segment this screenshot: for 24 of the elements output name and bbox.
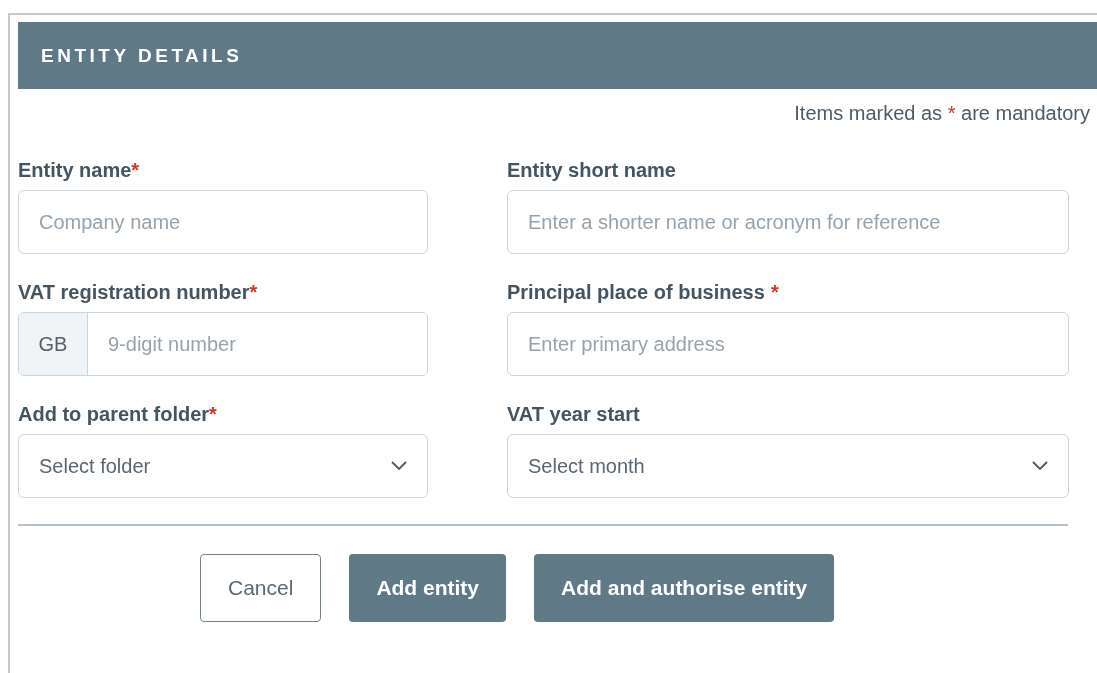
input-prefix: GB xyxy=(19,313,88,375)
field-label: Entity name* xyxy=(18,159,141,183)
input-field[interactable]: GB 9-digit number xyxy=(18,312,428,376)
field-label: Add to parent folder* xyxy=(18,403,218,427)
input-field[interactable]: Enter primary address xyxy=(507,312,1069,376)
action-button[interactable]: Add and authorise entity xyxy=(534,554,835,622)
action-button[interactable]: Cancel xyxy=(200,554,322,622)
mandatory-note: Items marked as * are mandatory xyxy=(793,102,1091,126)
required-asterisk: * xyxy=(769,281,779,303)
required-asterisk: * xyxy=(209,403,217,425)
field-label: Entity short name xyxy=(507,159,677,183)
field-label: Principal place of business * xyxy=(507,281,780,305)
action-button[interactable]: Add entity xyxy=(349,554,507,622)
field-label: VAT registration number* xyxy=(18,281,259,305)
required-asterisk: * xyxy=(249,281,258,303)
chevron-down-icon xyxy=(1032,461,1048,471)
input-field[interactable]: Enter a shorter name or acronym for reference xyxy=(507,190,1069,254)
panel-title: ENTITY DETAILS xyxy=(41,44,243,67)
dropdown[interactable]: Select month xyxy=(507,434,1069,498)
chevron-down-icon xyxy=(391,461,407,471)
dropdown[interactable]: Select folder xyxy=(18,434,428,498)
required-asterisk: * xyxy=(131,159,140,181)
field-label: VAT year start xyxy=(507,403,641,427)
input-field[interactable]: Company name xyxy=(18,190,428,254)
